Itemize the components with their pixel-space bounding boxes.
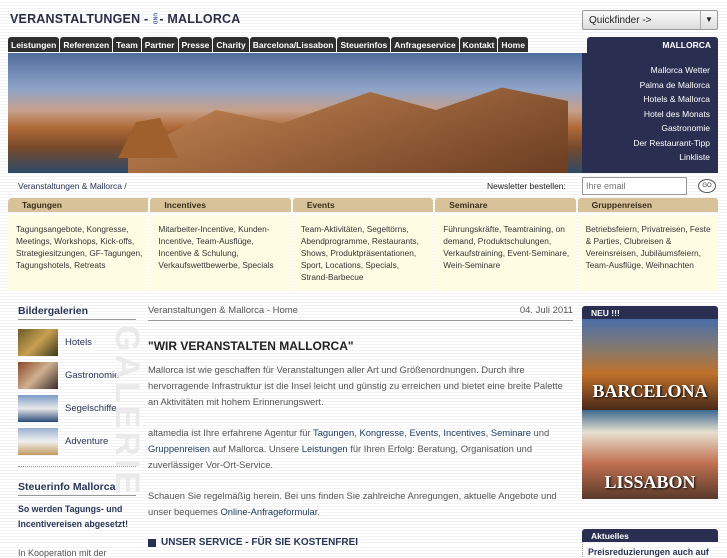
agency-paragraph: altamedia ist Ihre erfahrene Agentur für… [148,427,550,470]
newsletter-go-button[interactable]: GO [698,179,716,193]
gallery-label: Hotels [65,337,92,348]
adventure-thumbnail [18,428,58,455]
side-link[interactable]: Gastronomie [582,121,710,136]
content-breadcrumb: Veranstaltungen & Mallorca - Home [148,305,298,316]
breadcrumb[interactable]: Veranstaltungen & Mallorca / [18,181,127,191]
nav-referenzen[interactable]: Referenzen [60,37,113,52]
logo-und: UND [151,13,158,25]
news-link[interactable]: Preisreduzierungen auch auf [582,542,718,557]
steuer-link[interactable]: So werden Tagungs- und Incentivereisen a… [18,502,136,532]
side-link[interactable]: Palma de Mallorca [582,78,710,93]
category-bar: Tagungen Tagungsangebote, Kongresse, Meet… [8,198,719,291]
link-anfrageformular[interactable]: Online-Anfrageformular [220,506,317,517]
category-title[interactable]: Seminare [435,198,576,212]
nav-presse[interactable]: Presse [178,37,213,52]
quickfinder-label: Quickfinder -> [589,14,652,26]
galerie-watermark: GALERIE [108,325,146,498]
category-gruppenreisen: Gruppenreisen Betriebsfeiern, Privatreise… [577,198,719,291]
left-column: GALERIE Bildergalerien Hotels Gastronomi… [18,305,146,558]
category-text[interactable]: Team-Aktivitäten, Segeltörns, Abendprogr… [292,215,434,291]
category-text[interactable]: Betriebsfeiern, Privatreisen, Feste & Pa… [577,215,719,291]
intro-paragraph: Mallorca ist wie geschaffen für Veransta… [148,364,563,407]
newsletter-email-input[interactable] [582,177,687,195]
site-logo[interactable]: VERANSTALTUNGEN - UND - MALLORCA [10,12,241,26]
service-heading-text: UNSER SERVICE - FÜR SIE KOSTENFREI [161,537,359,548]
side-link[interactable]: Linkliste [582,150,710,165]
kooperation-text: In Kooperation mit der [18,548,107,558]
link-tagungen[interactable]: Tagungen [313,427,354,438]
lissabon-image: LISSABON [582,410,718,499]
category-events: Events Team-Aktivitäten, Segeltörns, Aben… [292,198,434,291]
aktuelles-heading: Aktuelles [582,529,718,542]
newsletter-label: Newsletter bestellen: [487,181,566,191]
gallery-heading: Bildergalerien [18,305,136,320]
chevron-down-icon: ▼ [700,11,717,29]
category-incentives: Incentives Mitarbeiter-Incentive, Kunden-… [150,198,291,291]
nav-mallorca[interactable]: MALLORCA [587,37,718,53]
category-title[interactable]: Incentives [150,198,291,212]
barcelona-lissabon-promo[interactable]: BARCELONA LISSABON [582,319,718,499]
nav-anfrageservice[interactable]: Anfrageservice [391,37,459,52]
mallorca-sidebar: Mallorca Wetter Palma de Mallorca Hotels… [582,53,718,173]
hotels-thumbnail [18,329,58,356]
segelschiffe-thumbnail [18,395,58,422]
nav-partner[interactable]: Partner [141,37,178,52]
category-title[interactable]: Tagungen [8,198,149,212]
square-bullet-icon [148,538,156,547]
nav-barcelona-lissabon[interactable]: Barcelona/Lissabon [249,37,337,52]
right-column: NEU !!! BARCELONA LISSABON Aktuelles Pre… [582,306,718,557]
nav-home[interactable]: Home [498,37,528,52]
nav-leistungen[interactable]: Leistungen [8,37,60,52]
gallery-label: Adventure [65,436,109,447]
link-gruppenreisen[interactable]: Gruppenreisen [148,443,210,454]
category-title[interactable]: Gruppenreisen [577,198,719,212]
side-link[interactable]: Hotel des Monats [582,107,710,122]
date: 04. Juli 2011 [519,305,573,316]
page-heading: "WIR VERANSTALTEN MALLORCA" [148,339,354,353]
category-tagungen: Tagungen Tagungsangebote, Kongresse, Meet… [8,198,149,291]
logo-text-right: - MALLORCA [159,12,241,26]
barcelona-image: BARCELONA [582,319,718,410]
link-kongresse[interactable]: Kongresse [359,427,404,438]
nav-charity[interactable]: Charity [213,37,249,52]
link-seminare[interactable]: Seminare [491,427,531,438]
gastronomie-thumbnail [18,362,58,389]
service-heading: UNSER SERVICE - FÜR SIE KOSTENFREI [148,537,573,548]
visit-paragraph: Schauen Sie regelmäßig herein. Bei uns f… [148,490,557,517]
category-text[interactable]: Führungskräfte, Teamtraining, on demand,… [435,215,576,291]
main-nav: Leistungen Referenzen Team Partner Press… [8,37,528,52]
lissabon-label: LISSABON [604,472,696,492]
nav-steuerinfos[interactable]: Steuerinfos [337,37,391,52]
neu-heading: NEU !!! [582,306,718,319]
hero-image [8,53,582,173]
main-content: Veranstaltungen & Mallorca - Home 04. Jul… [148,305,573,548]
side-link[interactable]: Hotels & Mallorca [582,92,710,107]
link-incentives[interactable]: Incentives [443,427,485,438]
side-link[interactable]: Der Restaurant-Tipp [582,136,710,151]
link-leistungen[interactable]: Leistungen [302,443,348,454]
category-text[interactable]: Mitarbeiter-Incentive, Kunden-Incentive,… [150,215,291,291]
nav-kontakt[interactable]: Kontakt [459,37,498,52]
side-link[interactable]: Mallorca Wetter [582,63,710,78]
category-seminare: Seminare Führungskräfte, Teamtraining, on… [435,198,576,291]
category-title[interactable]: Events [292,198,434,212]
logo-text: VERANSTALTUNGEN - [10,12,149,26]
link-events[interactable]: Events [409,427,438,438]
barcelona-label: BARCELONA [592,381,708,401]
category-text[interactable]: Tagungsangebote, Kongresse, Meetings, Wo… [8,215,149,291]
quickfinder-select[interactable]: Quickfinder -> ▼ [582,10,718,30]
nav-team[interactable]: Team [113,37,141,52]
